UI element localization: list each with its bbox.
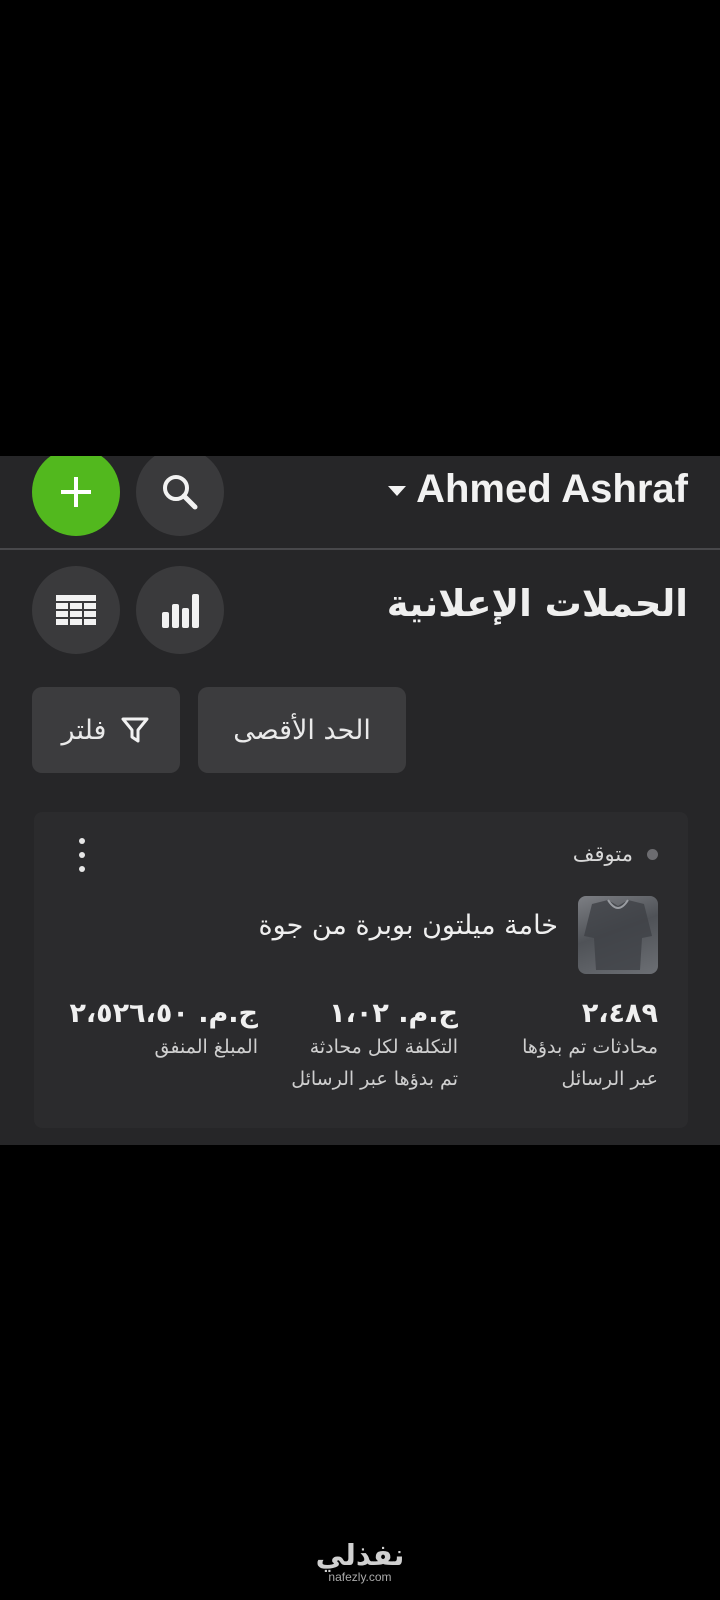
metric-value: ج.م. ١،٠٢ <box>329 998 458 1029</box>
metric-label: التكلفة لكل محادثة تم بدؤها عبر الرسائل <box>291 1036 458 1090</box>
max-limit-button[interactable]: الحد الأقصى <box>198 687 406 773</box>
watermark-url: nafezly.com <box>328 1570 392 1584</box>
metric-label: محادثات تم بدؤها عبر الرسائل <box>522 1036 658 1090</box>
campaign-thumbnail <box>578 896 658 974</box>
more-vertical-icon[interactable] <box>72 838 92 872</box>
metric-cost-per-conversation: ج.م. ١،٠٢ التكلفة لكل محادثة تم بدؤها عب… <box>268 998 458 1095</box>
metric-amount-spent: ج.م. ٢،٥٢٦،٥٠ المبلغ المنفق <box>68 998 258 1063</box>
watermark: نفذلي nafezly.com <box>300 1540 420 1584</box>
table-icon <box>56 595 96 625</box>
title-row: الحملات الإعلانية <box>0 566 720 656</box>
metric-value: ج.م. ٢،٥٢٦،٥٠ <box>69 998 258 1029</box>
filter-icon <box>121 717 149 743</box>
caret-down-icon <box>388 486 407 496</box>
status-label: متوقف <box>572 842 633 866</box>
top-bar: Ahmed Ashraf <box>0 456 720 548</box>
account-name: Ahmed Ashraf <box>416 466 688 511</box>
bar-chart-icon <box>162 594 199 628</box>
watermark-logo: نفذلي <box>315 1538 405 1572</box>
page-title: الحملات الإعلانية <box>386 582 688 625</box>
status-badge: متوقف <box>573 842 658 866</box>
filter-label: فلتر <box>61 714 107 746</box>
metric-value: ٢،٤٨٩ <box>581 998 658 1029</box>
plus-icon <box>61 477 91 507</box>
search-icon <box>163 475 198 510</box>
campaign-name: خامة ميلتون بوبرة من جوة <box>258 910 558 941</box>
create-campaign-button[interactable] <box>32 456 120 536</box>
max-limit-label: الحد الأقصى <box>233 714 371 746</box>
campaign-card[interactable]: متوقف خامة ميلتون بوبرة من جوة ٢،٤٨٩ محا… <box>34 812 688 1128</box>
insights-button[interactable] <box>136 566 224 654</box>
metric-label: المبلغ المنفق <box>154 1036 258 1058</box>
account-switcher[interactable]: Ahmed Ashraf <box>388 464 688 514</box>
status-dot <box>647 848 658 860</box>
table-view-button[interactable] <box>32 566 120 654</box>
header-divider <box>0 548 720 550</box>
search-button[interactable] <box>136 456 224 536</box>
ads-manager-panel: Ahmed Ashraf الحملات الإعلانية فلتر الحد… <box>0 456 720 1145</box>
filter-button[interactable]: فلتر <box>32 687 180 773</box>
metric-conversations: ٢،٤٨٩ محادثات تم بدؤها عبر الرسائل <box>488 998 658 1095</box>
